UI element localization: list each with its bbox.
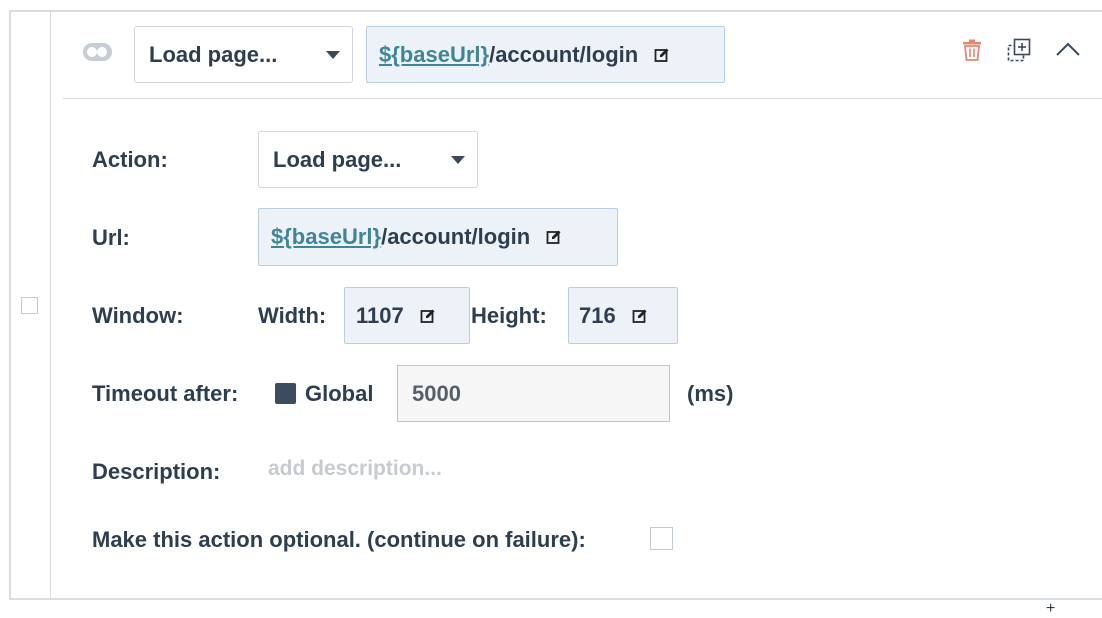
add-action-button[interactable]: +	[1046, 600, 1055, 618]
height-value: 716	[579, 302, 616, 328]
width-value: 1107	[356, 302, 404, 328]
description-input[interactable]: add description...	[268, 457, 442, 481]
url-path: /account/login	[381, 224, 531, 249]
optional-checkbox[interactable]	[650, 527, 673, 550]
duplicate-icon[interactable]	[1007, 38, 1031, 67]
edit-icon[interactable]	[632, 308, 648, 324]
width-field[interactable]: 1107	[344, 287, 470, 344]
height-label: Height:	[471, 303, 547, 328]
chevron-down-icon	[451, 155, 465, 164]
window-label: Window:	[92, 303, 184, 328]
trash-icon[interactable]	[962, 39, 982, 66]
optional-label: Make this action optional. (continue on …	[92, 527, 586, 552]
gutter-divider	[50, 12, 51, 600]
description-label: Description:	[92, 459, 221, 484]
edit-icon[interactable]	[546, 229, 562, 245]
base-url-variable[interactable]: ${baseUrl}	[271, 224, 381, 250]
url-label: Url:	[92, 225, 130, 250]
url-path: /account/login	[489, 41, 639, 67]
timeout-input[interactable]: 5000	[397, 365, 670, 422]
chevron-down-icon	[326, 50, 340, 59]
timeout-label: Timeout after:	[92, 381, 239, 406]
action-select-value: Load page...	[273, 146, 402, 172]
global-label: Global	[305, 381, 374, 406]
toggle-icon[interactable]	[83, 43, 112, 61]
header-url-field[interactable]: ${baseUrl} /account/login	[366, 26, 725, 83]
header-action-select[interactable]: Load page...	[134, 26, 353, 83]
action-label: Action:	[92, 147, 168, 172]
url-field[interactable]: ${baseUrl} /account/login	[258, 208, 618, 266]
header-action-select-value: Load page...	[149, 41, 278, 67]
header-divider	[63, 98, 1102, 99]
action-select[interactable]: Load page...	[258, 131, 478, 188]
row-select-checkbox[interactable]	[21, 297, 38, 314]
chevron-up-icon[interactable]	[1055, 41, 1081, 62]
edit-icon[interactable]	[420, 308, 436, 324]
timeout-value: 5000	[412, 380, 461, 406]
base-url-variable[interactable]: ${baseUrl}	[379, 42, 489, 68]
global-timeout-checkbox[interactable]	[275, 383, 296, 404]
timeout-unit: (ms)	[687, 381, 734, 406]
width-label: Width:	[258, 303, 327, 328]
height-field[interactable]: 716	[568, 287, 678, 344]
edit-icon[interactable]	[654, 47, 670, 63]
